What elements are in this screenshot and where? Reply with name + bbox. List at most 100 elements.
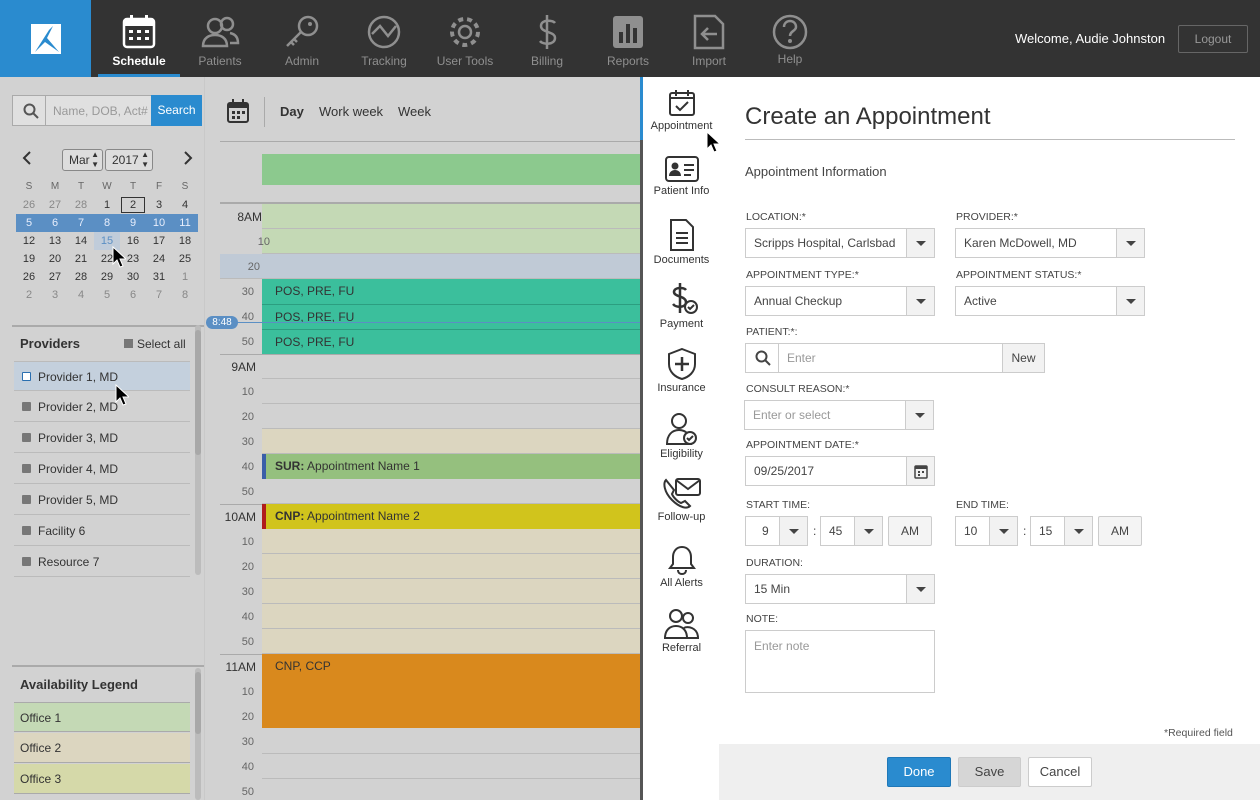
calendar-day[interactable]: 27 [42, 196, 68, 214]
start-hour-select[interactable]: 9 [745, 516, 808, 546]
patient-input[interactable]: Enter [787, 344, 816, 372]
time-slot[interactable] [262, 579, 640, 604]
patient-search-field[interactable]: Enter New [745, 343, 1045, 373]
month-select[interactable]: Mar ▲ ▼ [62, 149, 103, 171]
duration-select[interactable]: 15 Min [745, 574, 935, 604]
view-week-tab[interactable]: Week [398, 104, 431, 119]
note-textarea[interactable]: Enter note [745, 630, 935, 693]
calendar-day[interactable]: 29 [94, 268, 120, 286]
calendar-day[interactable]: 12 [16, 232, 42, 250]
nav-import[interactable]: Import [668, 0, 750, 77]
calendar-day[interactable]: 26 [16, 268, 42, 286]
nav-billing[interactable]: Billing [506, 0, 588, 77]
calendar-day[interactable]: 25 [172, 250, 198, 268]
calendar-day[interactable]: 30 [120, 268, 146, 286]
sidenav-payment[interactable]: Payment [642, 282, 721, 330]
time-slot[interactable] [262, 729, 640, 754]
calendar-day[interactable]: 6 [120, 286, 146, 304]
end-minute-select[interactable]: 15 [1030, 516, 1093, 546]
appointment-block[interactable]: POS, PRE, FU [262, 304, 640, 329]
date-picker-button[interactable] [906, 457, 934, 485]
view-day-tab[interactable]: Day [280, 104, 304, 119]
provider-item[interactable]: Provider 1, MD [14, 361, 190, 391]
appointment-block[interactable]: SUR: Appointment Name 1 [262, 454, 640, 479]
calendar-day[interactable]: 20 [42, 250, 68, 268]
calendar-day[interactable]: 3 [146, 196, 172, 214]
calendar-day[interactable]: 21 [68, 250, 94, 268]
appointment-block[interactable]: POS, PRE, FU [262, 329, 640, 354]
legend-scroll-thumb[interactable] [195, 672, 201, 734]
provider-item[interactable]: Provider 4, MD [14, 454, 190, 484]
provider-select[interactable]: Karen McDowell, MD [955, 228, 1145, 258]
app-logo[interactable] [0, 0, 91, 77]
time-slot[interactable] [262, 779, 640, 800]
appointment-block[interactable]: POS, PRE, FU [262, 279, 640, 304]
search-input[interactable]: Name, DOB, Act# [53, 104, 151, 118]
sidenav-follow-up[interactable]: Follow-up [642, 477, 721, 523]
calendar-picker-button[interactable] [227, 99, 249, 126]
sidenav-referral[interactable]: Referral [642, 608, 721, 654]
consult-reason-input[interactable]: Enter or select [753, 408, 830, 422]
time-slot-current[interactable] [220, 254, 640, 279]
calendar-day[interactable]: 10 [146, 214, 172, 232]
start-ampm-toggle[interactable]: AM [888, 516, 932, 546]
calendar-day[interactable]: 18 [172, 232, 198, 250]
calendar-day[interactable]: 8 [94, 214, 120, 232]
calendar-day[interactable]: 26 [16, 196, 42, 214]
time-slot[interactable] [262, 429, 640, 454]
sidenav-eligibility[interactable]: Eligibility [642, 412, 721, 460]
end-hour-select[interactable]: 10 [955, 516, 1018, 546]
nav-help[interactable]: Help [749, 0, 831, 77]
calendar-day[interactable]: 7 [146, 286, 172, 304]
calendar-day[interactable]: 3 [42, 286, 68, 304]
sidenav-documents[interactable]: Documents [642, 219, 721, 266]
calendar-day[interactable]: 4 [172, 196, 198, 214]
calendar-day[interactable]: 27 [42, 268, 68, 286]
nav-user-tools[interactable]: User Tools [424, 0, 506, 77]
next-month-button[interactable] [183, 151, 193, 168]
time-slot[interactable] [262, 229, 640, 254]
calendar-day[interactable]: 28 [68, 196, 94, 214]
calendar-day-today[interactable]: 2 [120, 196, 146, 214]
all-day-event[interactable] [262, 154, 640, 185]
nav-tracking[interactable]: Tracking [343, 0, 425, 77]
time-slot[interactable] [262, 629, 640, 654]
provider-item[interactable]: Provider 2, MD [14, 392, 190, 422]
time-slot[interactable] [262, 479, 640, 504]
search-button[interactable]: Search [151, 95, 202, 126]
provider-item[interactable]: Resource 7 [14, 547, 190, 577]
calendar-day[interactable]: 19 [16, 250, 42, 268]
start-minute-select[interactable]: 45 [820, 516, 883, 546]
provider-item[interactable]: Facility 6 [14, 516, 190, 546]
done-button[interactable]: Done [887, 757, 951, 787]
time-slot[interactable] [262, 204, 640, 229]
consult-reason-select[interactable]: Enter or select [744, 400, 934, 430]
time-slot[interactable] [262, 754, 640, 779]
calendar-day[interactable]: 1 [172, 268, 198, 286]
calendar-day[interactable]: 5 [94, 286, 120, 304]
end-ampm-toggle[interactable]: AM [1098, 516, 1142, 546]
cancel-button[interactable]: Cancel [1028, 757, 1092, 787]
save-button[interactable]: Save [958, 757, 1021, 787]
calendar-day[interactable]: 28 [68, 268, 94, 286]
time-slot[interactable] [262, 354, 640, 379]
prev-month-button[interactable] [22, 151, 32, 168]
nav-schedule[interactable]: Schedule [98, 0, 180, 77]
calendar-day[interactable]: 17 [146, 232, 172, 250]
appointment-type-select[interactable]: Annual Checkup [745, 286, 935, 316]
calendar-day[interactable]: 14 [68, 232, 94, 250]
nav-reports[interactable]: Reports [587, 0, 669, 77]
year-select[interactable]: 2017 ▲ ▼ [105, 149, 153, 171]
calendar-day[interactable]: 13 [42, 232, 68, 250]
view-workweek-tab[interactable]: Work week [319, 104, 383, 119]
sidenav-patient-info[interactable]: Patient Info [642, 156, 721, 197]
sidenav-insurance[interactable]: Insurance [642, 348, 721, 394]
time-slot[interactable] [262, 554, 640, 579]
logout-button[interactable]: Logout [1178, 25, 1248, 53]
nav-admin[interactable]: Admin [261, 0, 343, 77]
calendar-day[interactable]: 31 [146, 268, 172, 286]
calendar-day[interactable]: 7 [68, 214, 94, 232]
calendar-day[interactable]: 11 [172, 214, 198, 232]
appointment-date-field[interactable]: 09/25/2017 [745, 456, 935, 486]
calendar-day[interactable]: 6 [42, 214, 68, 232]
